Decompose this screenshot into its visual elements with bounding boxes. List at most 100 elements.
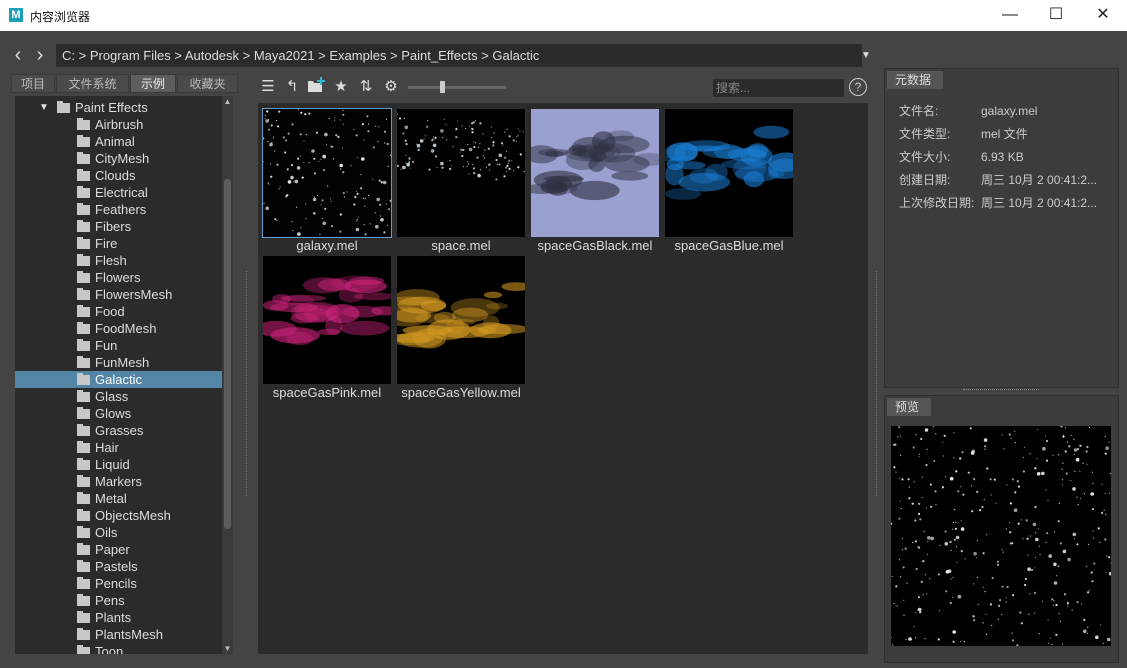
file-name-label: space.mel <box>431 238 491 253</box>
sort-icon[interactable]: ⇅ <box>356 77 376 97</box>
up-folder-icon[interactable]: ↰ <box>282 77 302 97</box>
preview-tab[interactable]: 预览 <box>887 398 931 416</box>
thumbnail-size-slider[interactable] <box>408 86 506 89</box>
file-card[interactable]: spaceGasBlue.mel <box>665 109 793 257</box>
tree-item-label: CityMesh <box>95 151 150 166</box>
folder-icon <box>77 356 90 368</box>
tree-item-flowersmesh[interactable]: FlowersMesh <box>15 286 222 303</box>
favorite-star-icon[interactable]: ★ <box>331 77 351 97</box>
left-splitter[interactable] <box>246 271 249 496</box>
tree-scrollbar[interactable]: ▲ ▼ <box>222 96 233 654</box>
tree-item-plants[interactable]: Plants <box>15 609 222 626</box>
tree-item-label: ObjectsMesh <box>95 508 171 523</box>
scrollbar-thumb[interactable] <box>224 179 231 529</box>
tree-item-pencils[interactable]: Pencils <box>15 575 222 592</box>
tree-item-airbrush[interactable]: Airbrush <box>15 116 222 133</box>
folder-tree[interactable]: ▼ Paint Effects Airbrush Animal CityMesh Cl… <box>15 96 222 654</box>
tree-item-hair[interactable]: Hair <box>15 439 222 456</box>
tree-item-citymesh[interactable]: CityMesh <box>15 150 222 167</box>
tab-filesystem[interactable]: 文件系统 <box>56 74 129 93</box>
back-arrow-icon[interactable]: ‹ <box>8 43 28 69</box>
tab-examples[interactable]: 示例 <box>130 74 176 93</box>
tree-item-label: Pens <box>95 593 125 608</box>
close-button[interactable]: ✕ <box>1080 0 1126 31</box>
tree-item-liquid[interactable]: Liquid <box>15 456 222 473</box>
folder-icon <box>57 101 70 113</box>
tree-item-foodmesh[interactable]: FoodMesh <box>15 320 222 337</box>
tree-item-food[interactable]: Food <box>15 303 222 320</box>
folder-icon <box>77 441 90 453</box>
expand-arrow-icon[interactable]: ▼ <box>39 99 49 116</box>
tree-item-label: Feathers <box>95 202 147 217</box>
file-thumbnail[interactable] <box>665 109 793 237</box>
help-icon[interactable]: ? <box>849 78 867 96</box>
tree-item-animal[interactable]: Animal <box>15 133 222 150</box>
metadata-value: galaxy.mel <box>981 104 1038 118</box>
forward-arrow-icon[interactable]: › <box>30 43 50 69</box>
tree-item-clouds[interactable]: Clouds <box>15 167 222 184</box>
right-splitter[interactable] <box>876 271 879 496</box>
tree-item-galactic[interactable]: Galactic <box>15 371 222 388</box>
tree-item-paper[interactable]: Paper <box>15 541 222 558</box>
file-thumbnail[interactable] <box>397 256 525 384</box>
tree-item-label: Glows <box>95 406 132 421</box>
file-thumbnail[interactable] <box>397 109 525 237</box>
file-card[interactable]: space.mel <box>397 109 525 257</box>
tree-item-oils[interactable]: Oils <box>15 524 222 541</box>
file-card[interactable]: galaxy.mel <box>262 108 392 257</box>
tree-item-label: Fire <box>95 236 118 251</box>
tree-item-metal[interactable]: Metal <box>15 490 222 507</box>
file-thumbnail[interactable] <box>263 256 391 384</box>
tree-item-flowers[interactable]: Flowers <box>15 269 222 286</box>
scroll-up-icon[interactable]: ▲ <box>222 96 233 107</box>
metadata-label: 文件大小: <box>899 150 951 164</box>
tree-item-fun[interactable]: Fun <box>15 337 222 354</box>
tree-item-objectsmesh[interactable]: ObjectsMesh <box>15 507 222 524</box>
tree-item-label: Flowers <box>95 270 141 285</box>
settings-gear-icon[interactable]: ⚙ <box>381 77 401 97</box>
tree-item-pastels[interactable]: Pastels <box>15 558 222 575</box>
tree-item-label: Toon <box>95 644 124 654</box>
file-card[interactable]: spaceGasBlack.mel <box>531 109 659 257</box>
maximize-button[interactable]: ☐ <box>1033 0 1079 31</box>
tree-item-glows[interactable]: Glows <box>15 405 222 422</box>
tree-item-markers[interactable]: Markers <box>15 473 222 490</box>
panel-resize-grip[interactable] <box>963 389 1039 392</box>
tab-favorites[interactable]: 收藏夹 <box>177 74 238 93</box>
tree-item-label: Oils <box>95 525 118 540</box>
tree-item-plantsmesh[interactable]: PlantsMesh <box>15 626 222 643</box>
file-thumbnail[interactable] <box>262 108 392 238</box>
tree-item-label: Plants <box>95 610 132 625</box>
tree-item-funmesh[interactable]: FunMesh <box>15 354 222 371</box>
metadata-row: 文件大小: 6.93 KB <box>899 148 1024 166</box>
tree-item-glass[interactable]: Glass <box>15 388 222 405</box>
file-card[interactable]: spaceGasYellow.mel <box>397 256 525 404</box>
folder-icon <box>77 186 90 198</box>
tree-item-label: Fibers <box>95 219 132 234</box>
folder-icon <box>77 407 90 419</box>
file-thumbnail[interactable] <box>531 109 659 237</box>
path-dropdown-icon[interactable]: ▼ <box>858 44 874 67</box>
tree-item-grasses[interactable]: Grasses <box>15 422 222 439</box>
tree-item-toon[interactable]: Toon <box>15 643 222 654</box>
metadata-tab[interactable]: 元数据 <box>887 71 943 89</box>
tree-item-electrical[interactable]: Electrical <box>15 184 222 201</box>
minimize-button[interactable]: — <box>987 0 1033 31</box>
scroll-down-icon[interactable]: ▼ <box>222 643 233 654</box>
tree-item-fibers[interactable]: Fibers <box>15 218 222 235</box>
slider-handle[interactable] <box>440 81 445 93</box>
tab-project[interactable]: 项目 <box>11 74 55 93</box>
file-card[interactable]: spaceGasPink.mel <box>263 256 391 404</box>
folder-icon <box>77 509 90 521</box>
path-breadcrumb[interactable]: C: > Program Files > Autodesk > Maya2021… <box>56 44 862 67</box>
tree-item-pens[interactable]: Pens <box>15 592 222 609</box>
tree-item-flesh[interactable]: Flesh <box>15 252 222 269</box>
tree-item-fire[interactable]: Fire <box>15 235 222 252</box>
new-folder-icon[interactable] <box>306 77 326 97</box>
tree-item-feathers[interactable]: Feathers <box>15 201 222 218</box>
folder-icon <box>77 526 90 538</box>
search-input[interactable] <box>713 79 844 97</box>
folder-icon <box>77 424 90 436</box>
list-view-icon[interactable]: ☰ <box>258 77 278 97</box>
tree-item-paint-effects[interactable]: ▼ Paint Effects <box>15 99 222 116</box>
